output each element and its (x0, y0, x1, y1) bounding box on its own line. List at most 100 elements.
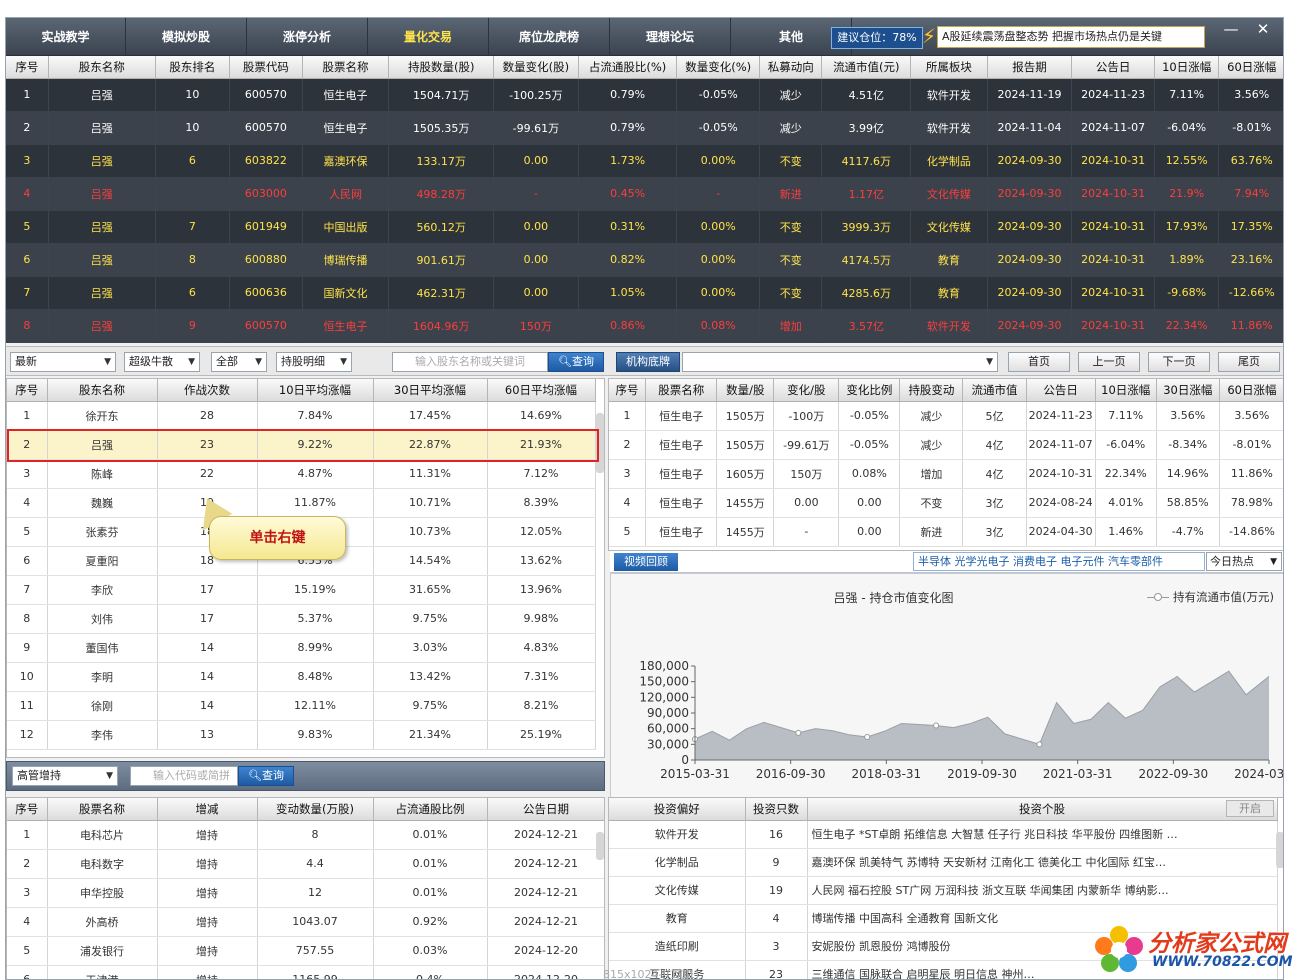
column-header[interactable]: 股票名称 (302, 56, 390, 79)
table-row[interactable]: 6 天津港 增持 1165.99 0.4% 2024-12-20 (7, 965, 604, 979)
institution-button[interactable]: 机构底牌 (616, 352, 680, 372)
table-row[interactable]: 9 董国伟 14 8.99% 3.03% 4.83% (7, 633, 596, 663)
table-row[interactable]: 4 外高桥 增持 1043.07 0.92% 2024-12-21 (7, 907, 604, 937)
table-row[interactable]: 5 恒生电子 1455万 -0.00 新进 3亿 2024-04-30 1.46% -4.7% -… (609, 517, 1283, 547)
column-header[interactable]: 股票名称 (645, 379, 718, 402)
executive-query-button[interactable]: 🔍︎查询 (238, 766, 294, 786)
column-header[interactable]: 流通市值 (962, 379, 1027, 402)
column-header[interactable]: 公告日期 (487, 798, 604, 821)
column-header[interactable]: 数量变化(股) (493, 56, 579, 79)
column-header[interactable]: 序号 (7, 798, 48, 821)
table-row[interactable]: 软件开发 16 恒生电子 *ST卓朗 拓维信息 大智慧 任子行 兆日科技 华平股份 … (609, 820, 1278, 849)
executive-type-select[interactable]: 高管增持 ▼ (12, 766, 118, 786)
column-header[interactable]: 投资个股 (807, 798, 1278, 821)
table-row[interactable]: 8 吕强 9 600570 恒生电子 1604.96万 150万 0.86% 0.08% 增加 3.… (6, 309, 1283, 343)
column-header[interactable]: 持股变动 (899, 379, 964, 402)
table-row[interactable]: 4 魏巍 19 11.87% 10.71% 8.39% (7, 488, 596, 518)
hot-sectors-text[interactable]: 半导体 光学光电子 消费电子 电子元件 汽车零部件 (913, 552, 1205, 571)
column-header[interactable]: 60日涨幅 (1218, 56, 1283, 79)
column-header[interactable]: 10日涨幅 (1154, 56, 1220, 79)
column-header[interactable]: 30日平均涨幅 (373, 379, 488, 402)
column-header[interactable]: 变化比例 (838, 379, 901, 402)
column-header[interactable]: 数量/股 (716, 379, 775, 402)
hot-topics-select[interactable]: 今日热点 ▼ (1206, 552, 1282, 571)
code-search-input[interactable]: 输入代码或简拼 (130, 766, 238, 786)
table-row[interactable]: 12 李伟 13 9.83% 21.34% 25.19% (7, 720, 596, 750)
table-row[interactable]: 7 李欣 17 15.19% 31.65% 13.96% (7, 575, 596, 605)
column-header[interactable]: 股东排名 (155, 56, 231, 79)
query-button[interactable]: 🔍︎查询 (548, 352, 604, 372)
nav-tab-5[interactable]: 理想论坛 (610, 18, 731, 56)
column-header[interactable]: 作战次数 (157, 379, 258, 402)
table-row[interactable]: 1 徐开东 28 7.84% 17.45% 14.69% (7, 401, 596, 431)
column-header[interactable]: 序号 (609, 379, 647, 402)
column-header[interactable]: 公告日 (1026, 379, 1096, 402)
table-row[interactable]: 7 吕强 6 600636 国新文化 462.31万 0.00 1.05% 0.00% 不变 428… (6, 276, 1283, 310)
table-row[interactable]: 6 吕强 8 600880 博瑞传播 901.61万 0.00 0.82% 0.00% 不变 417… (6, 243, 1283, 277)
nav-tab-4[interactable]: 席位龙虎榜 (489, 18, 610, 56)
nav-tab-3[interactable]: 量化交易 (368, 18, 489, 56)
table-row[interactable]: 1 吕强 10 600570 恒生电子 1504.71万 -100.25万 0.79% -0.0… (6, 78, 1283, 112)
column-header[interactable]: 变化/股 (773, 379, 840, 402)
column-header[interactable]: 数量变化(%) (676, 56, 761, 79)
table-row[interactable]: 2 电科数字 增持 4.4 0.01% 2024-12-21 (7, 849, 604, 879)
next-page-button[interactable]: 下一页 (1148, 352, 1210, 372)
last-page-button[interactable]: 尾页 (1218, 352, 1280, 372)
column-header[interactable]: 所属板块 (910, 56, 988, 79)
column-header[interactable]: 增减 (157, 798, 258, 821)
column-header[interactable]: 占流通股比例 (373, 798, 488, 821)
minimize-button[interactable]: — (1220, 20, 1242, 38)
table-row[interactable]: 3 吕强 6 603822 嘉澳环保 133.17万 0.00 1.73% 0.00% 不变 411… (6, 144, 1283, 178)
table-row[interactable]: 11 徐刚 14 12.11% 9.75% 8.21% (7, 691, 596, 721)
column-header[interactable]: 私募动向 (759, 56, 823, 79)
column-header[interactable]: 股票代码 (229, 56, 303, 79)
column-header[interactable]: 占流通股比(%) (578, 56, 678, 79)
period-select[interactable]: 最新 ▼ (10, 352, 116, 372)
column-header[interactable]: 10日平均涨幅 (257, 379, 374, 402)
table-row[interactable]: 3 恒生电子 1605万 150万 0.08% 增加 4亿 2024-10-31 22.34% 1… (609, 459, 1283, 489)
open-button[interactable]: 开启 (1226, 800, 1274, 817)
table-row[interactable]: 10 李明 14 8.48% 13.42% 7.31% (7, 662, 596, 692)
view-select[interactable]: 持股明细 ▼ (276, 352, 352, 372)
close-button[interactable]: ✕ (1252, 20, 1274, 38)
table-row[interactable]: 5 吕强 7 601949 中国出版 560.12万 0.00 0.31% 0.00% 不变 399… (6, 210, 1283, 244)
table-row[interactable]: 8 刘伟 17 5.37% 9.75% 9.98% (7, 604, 596, 634)
table-row[interactable]: 4 吕强 603000 人民网 498.28万 -0.45% - 新进 1.17亿 文化传媒 202… (6, 177, 1283, 211)
nav-tab-2[interactable]: 涨停分析 (247, 18, 368, 56)
column-header[interactable]: 10日涨幅 (1095, 379, 1157, 402)
prev-page-button[interactable]: 上一页 (1078, 352, 1140, 372)
column-header[interactable]: 30日涨幅 (1156, 379, 1220, 402)
table-row[interactable]: 2 吕强 23 9.22% 22.87% 21.93% (7, 430, 596, 460)
scrollbar[interactable] (596, 413, 604, 473)
table-row[interactable]: 3 陈峰 22 4.87% 11.31% 7.12% (7, 459, 596, 489)
column-header[interactable]: 投资只数 (745, 798, 808, 821)
column-header[interactable]: 序号 (7, 379, 48, 402)
column-header[interactable]: 序号 (6, 56, 49, 79)
column-header[interactable]: 变动数量(万股) (257, 798, 374, 821)
table-row[interactable]: 1 电科芯片 增持 8 0.01% 2024-12-21 (7, 820, 604, 850)
column-header[interactable]: 股票名称 (47, 798, 158, 821)
table-row[interactable]: 4 恒生电子 1455万 0.00 0.00 不变 3亿 2024-08-24 4.01% 58.… (609, 488, 1283, 518)
institution-select[interactable]: ▼ (682, 352, 998, 372)
table-row[interactable]: 文化传媒 19 人民网 福石控股 ST广网 万润科技 浙文互联 华闻集团 内蒙新华 … (609, 876, 1278, 905)
video-review-tab[interactable]: 视频回顾 (614, 553, 678, 571)
holder-search-input[interactable]: 输入股东名称或关键词 (392, 352, 548, 372)
column-header[interactable]: 持股数量(股) (388, 56, 495, 79)
table-row[interactable]: 2 吕强 10 600570 恒生电子 1505.35万 -99.61万 0.79% -0.05… (6, 111, 1283, 145)
scrollbar[interactable] (596, 832, 604, 860)
first-page-button[interactable]: 首页 (1008, 352, 1070, 372)
table-row[interactable]: 1 恒生电子 1505万 -100万 -0.05% 减少 5亿 2024-11-23 7.11%… (609, 401, 1283, 431)
table-row[interactable]: 2 恒生电子 1505万 -99.61万 -0.05% 减少 4亿 2024-11-07 -6.… (609, 430, 1283, 460)
column-header[interactable]: 60日平均涨幅 (487, 379, 596, 402)
nav-tab-1[interactable]: 模拟炒股 (126, 18, 247, 56)
column-header[interactable]: 流通市值(元) (821, 56, 912, 79)
scrollbar[interactable] (1276, 832, 1283, 868)
table-row[interactable]: 化学制品 9 嘉澳环保 凯美特气 苏博特 天安新材 江南化工 德美化工 中化国际 红… (609, 848, 1278, 877)
table-row[interactable]: 5 浦发银行 增持 757.55 0.03% 2024-12-20 (7, 936, 604, 966)
column-header[interactable]: 股东名称 (47, 379, 158, 402)
column-header[interactable]: 股东名称 (48, 56, 156, 79)
column-header[interactable]: 投资偏好 (609, 798, 746, 821)
table-row[interactable]: 3 申华控股 增持 12 0.01% 2024-12-21 (7, 878, 604, 908)
column-header[interactable]: 报告期 (987, 56, 1073, 79)
column-header[interactable]: 公告日 (1071, 56, 1155, 79)
